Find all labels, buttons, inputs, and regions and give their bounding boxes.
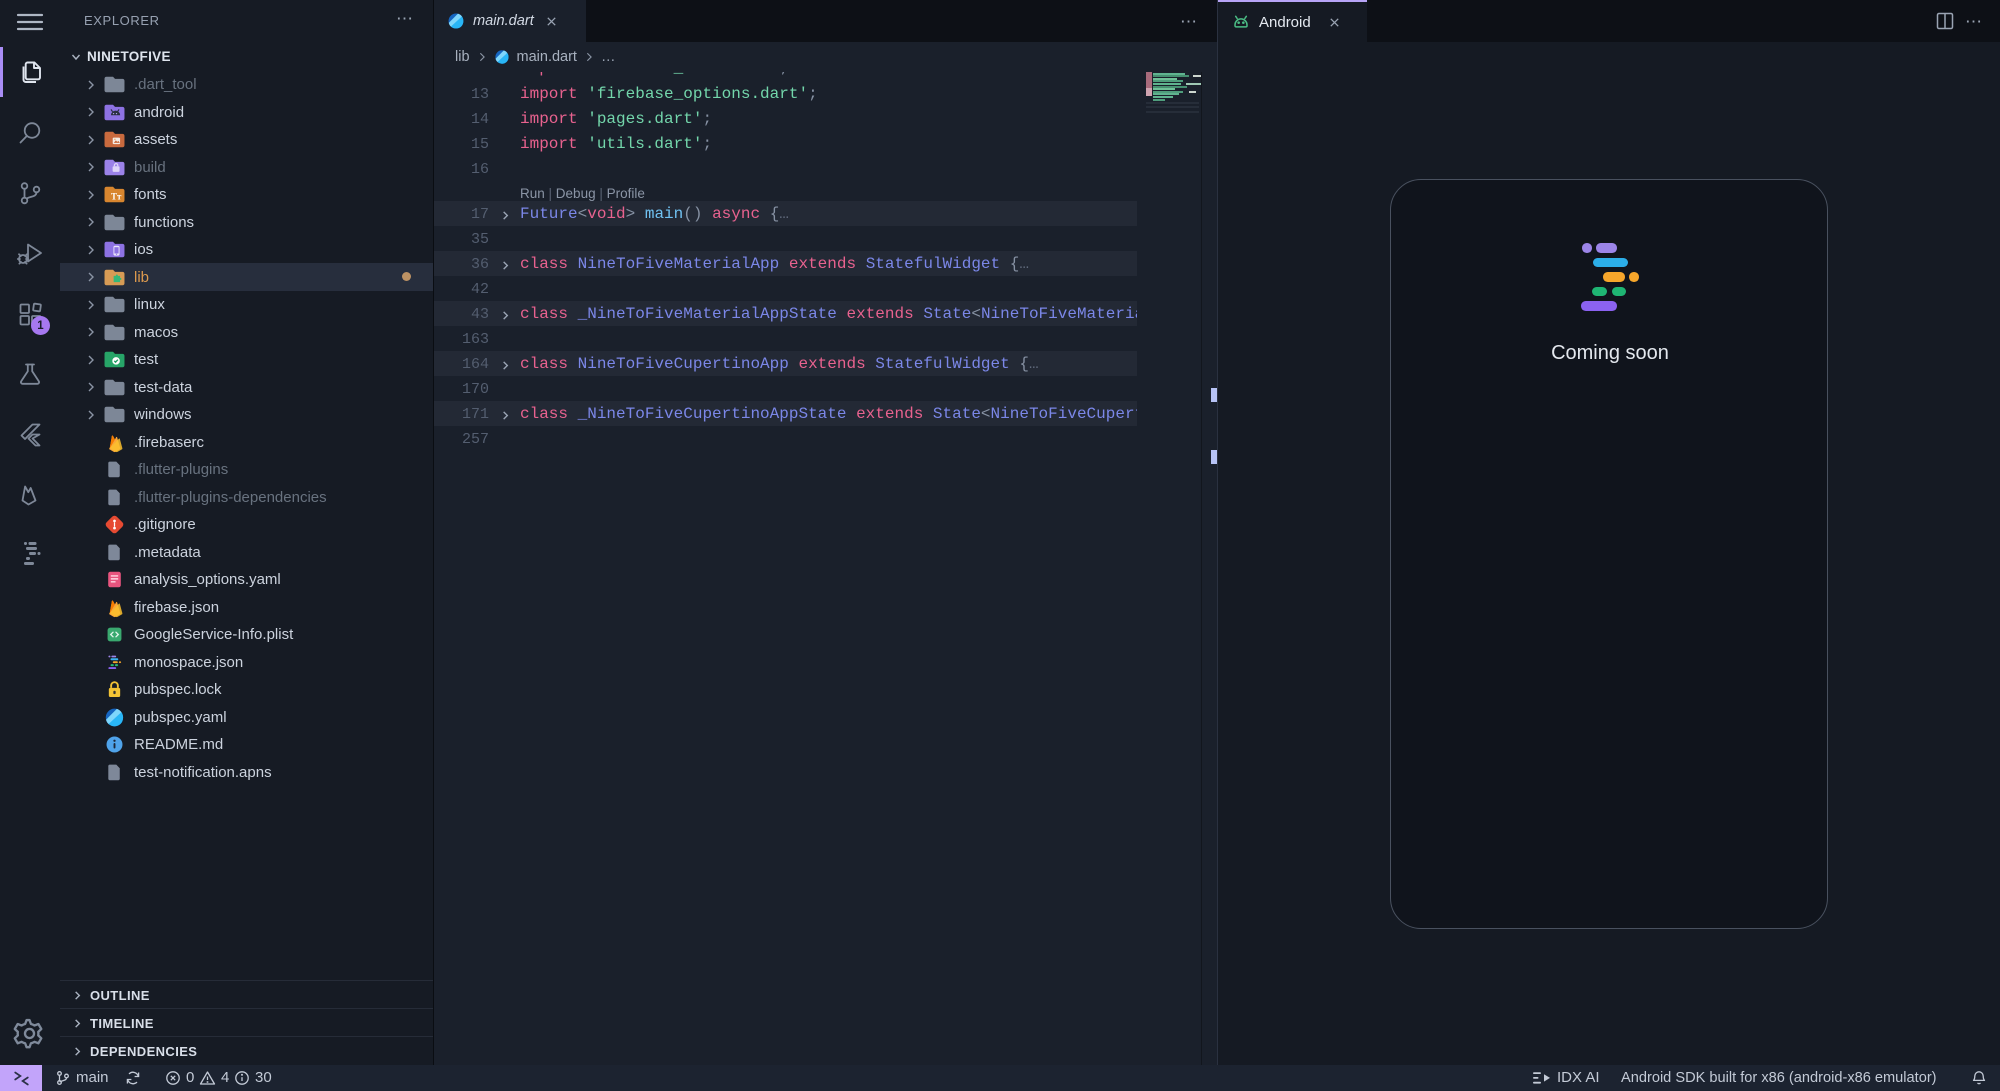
svg-text:Tᴛ: Tᴛ bbox=[111, 191, 122, 201]
